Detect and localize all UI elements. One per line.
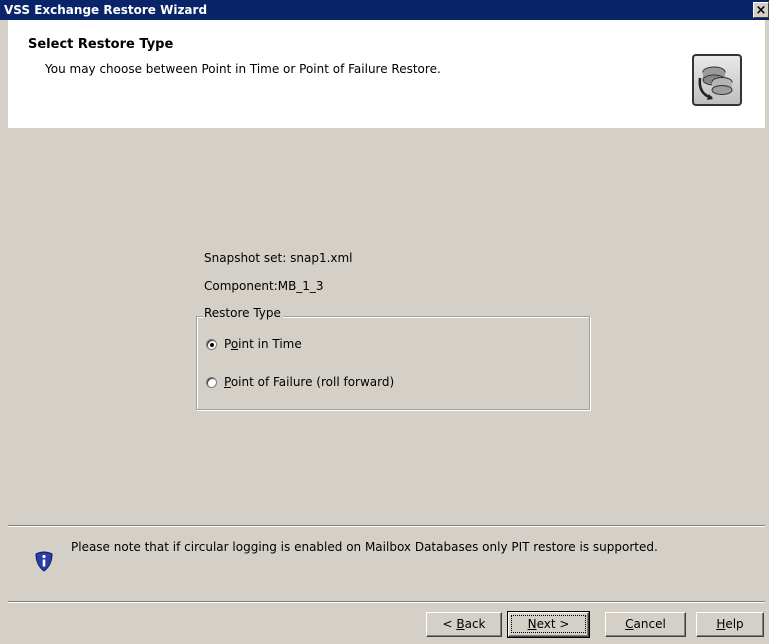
close-icon: × (755, 3, 767, 18)
radio-label-point-in-time: Point in Time (224, 337, 302, 351)
divider-bottom (8, 601, 765, 603)
title-bar: VSS Exchange Restore Wizard × (0, 0, 769, 20)
info-shield-icon (34, 550, 54, 572)
component-label: Component:MB_1_3 (204, 279, 324, 293)
radio-button-checked[interactable] (206, 338, 217, 350)
help-button[interactable]: Help (696, 612, 764, 637)
snapshot-set-label: Snapshot set: snap1.xml (204, 251, 353, 265)
restore-type-groupbox (196, 316, 590, 410)
radio-button-unchecked[interactable] (206, 376, 217, 388)
radio-label-point-of-failure: Point of Failure (roll forward) (224, 375, 395, 389)
divider-top (8, 525, 765, 527)
back-button[interactable]: < Back (426, 612, 502, 637)
restore-disks-icon (692, 54, 742, 106)
cancel-button[interactable]: Cancel (605, 612, 686, 637)
restore-type-legend: Restore Type (203, 306, 283, 320)
page-subtitle: You may choose between Point in Time or … (45, 62, 441, 76)
window-title: VSS Exchange Restore Wizard (4, 3, 208, 17)
close-button[interactable]: × (753, 2, 769, 18)
page-title: Select Restore Type (28, 37, 174, 52)
next-button[interactable]: Next > (507, 611, 590, 638)
radio-point-in-time[interactable]: Point in Time (206, 337, 302, 351)
radio-point-of-failure[interactable]: Point of Failure (roll forward) (206, 375, 394, 389)
next-button-focus: Next > (511, 615, 586, 633)
note-text: Please note that if circular logging is … (71, 540, 658, 554)
